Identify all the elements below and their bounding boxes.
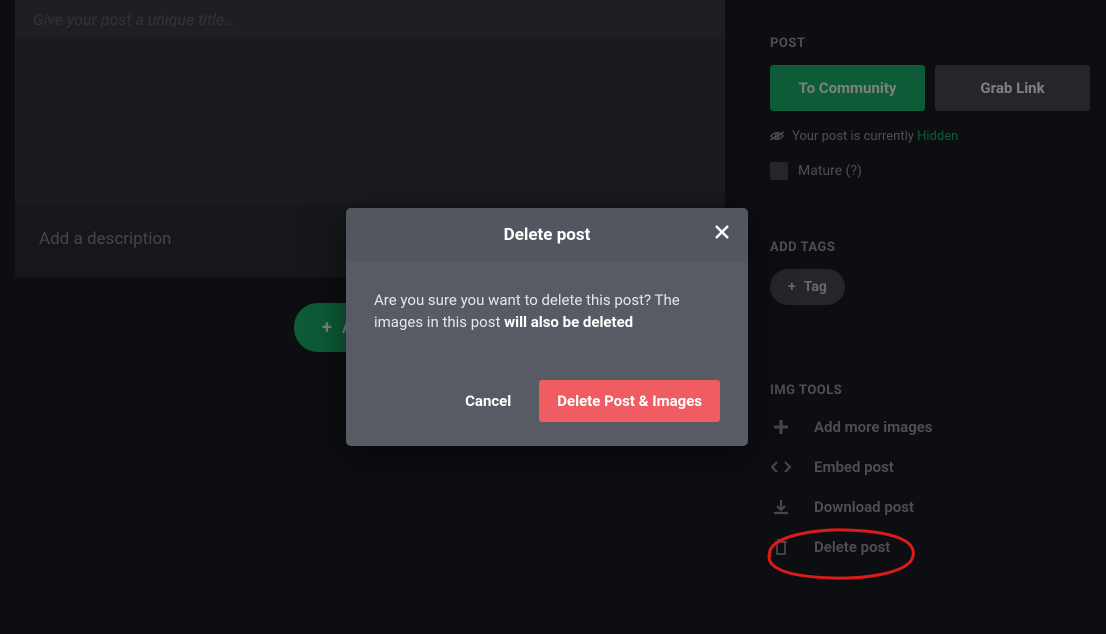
modal-body-text: Are you sure you want to delete this pos… [374,290,720,334]
delete-post-modal: Delete post Are you sure you want to del… [346,208,748,446]
delete-confirm-button[interactable]: Delete Post & Images [539,380,720,422]
cancel-button[interactable]: Cancel [465,392,511,410]
close-icon[interactable] [714,224,730,245]
modal-title: Delete post [366,225,728,245]
